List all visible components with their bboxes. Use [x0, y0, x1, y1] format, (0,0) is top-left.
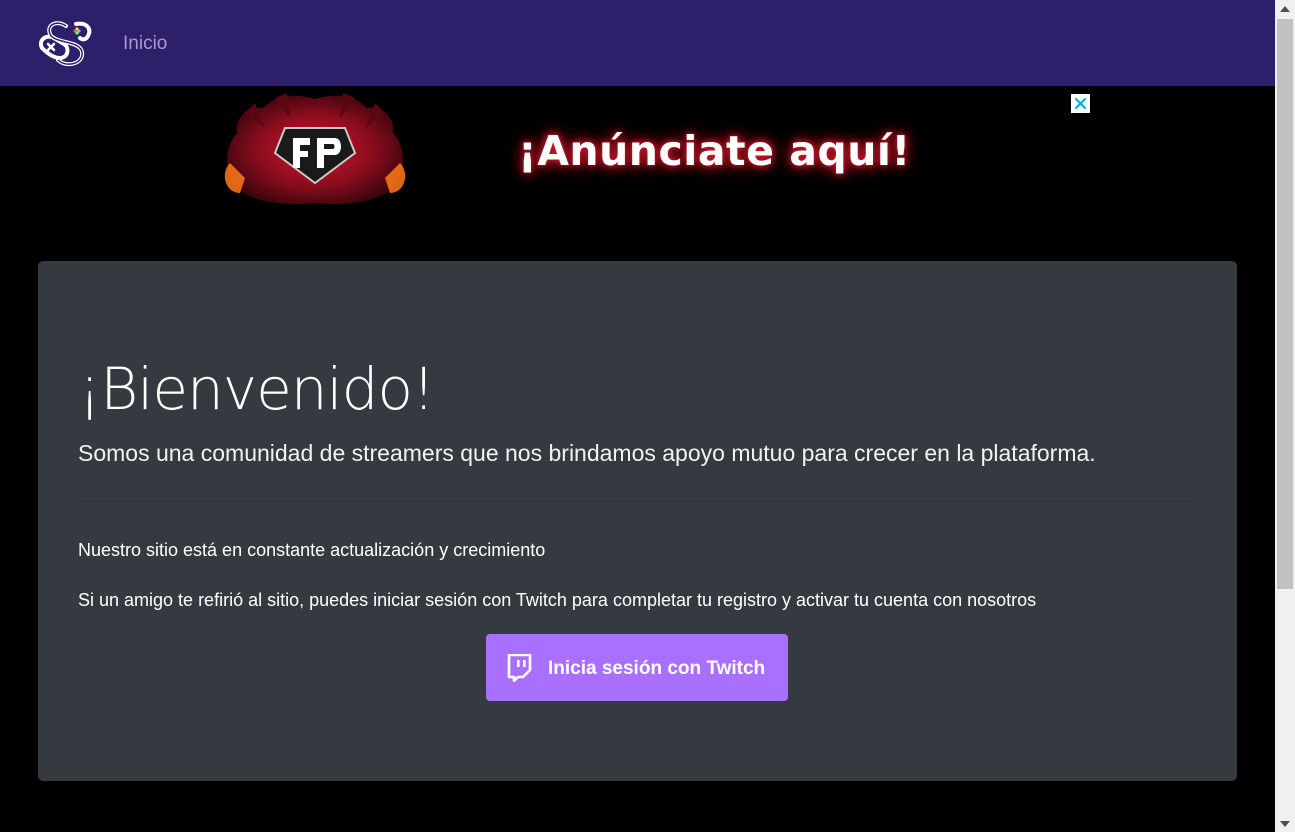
page: Inicio ¡Anúnciate aquí! ¡Bienvenido! Som… [0, 0, 1275, 832]
ad-banner[interactable]: ¡Anúnciate aquí! [215, 93, 943, 206]
lead-text: Somos una comunidad de streamers que nos… [78, 440, 1096, 466]
scroll-down-arrow-icon [1280, 820, 1290, 827]
navbar: Inicio [0, 0, 1275, 86]
fp-dragon-emblem-icon [224, 93, 406, 205]
twitch-login-button[interactable]: Inicia sesión con Twitch [486, 634, 788, 701]
scroll-up-arrow-icon [1280, 5, 1290, 12]
vertical-scrollbar[interactable] [1275, 0, 1295, 832]
welcome-jumbotron: ¡Bienvenido! Somos una comunidad de stre… [38, 261, 1237, 781]
page-title: ¡Bienvenido! [78, 355, 435, 423]
scroll-up-button[interactable] [1275, 0, 1295, 17]
scroll-thumb[interactable] [1277, 19, 1293, 589]
twitch-login-label: Inicia sesión con Twitch [548, 658, 766, 679]
gamepad-s-logo-icon [39, 21, 92, 67]
scroll-down-button[interactable] [1275, 815, 1295, 832]
info-paragraph-update: Nuestro sitio está en constante actualiz… [78, 540, 546, 560]
brand-logo[interactable] [36, 18, 96, 68]
ad-headline: ¡Anúnciate aquí! [518, 127, 911, 175]
divider [78, 501, 1197, 502]
close-icon [1075, 98, 1086, 109]
twitch-icon [507, 654, 532, 682]
ad-close-button[interactable] [1071, 94, 1090, 113]
nav-link-inicio[interactable]: Inicio [123, 33, 167, 55]
info-paragraph-referral: Si un amigo te refirió al sitio, puedes … [78, 590, 1037, 610]
